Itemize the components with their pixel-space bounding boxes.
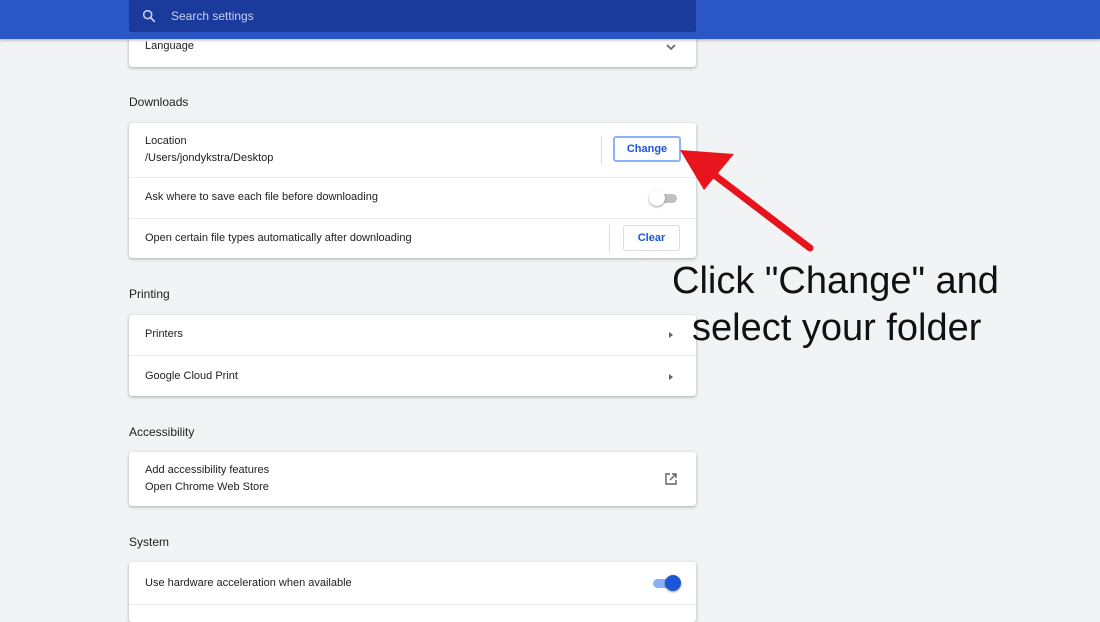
- accessibility-card: Add accessibility features Open Chrome W…: [129, 452, 696, 506]
- chevron-down-icon[interactable]: [665, 41, 677, 53]
- toggle-knob: [665, 575, 681, 591]
- accessibility-label: Add accessibility features: [145, 464, 270, 476]
- ask-row[interactable]: Ask where to save each file before downl…: [129, 177, 696, 218]
- hw-accel-label: Use hardware acceleration when available: [145, 577, 352, 589]
- auto-open-label: Open certain file types automatically af…: [145, 232, 412, 244]
- annotation-arrow: [680, 150, 814, 252]
- chevron-right-icon: [669, 374, 673, 380]
- accessibility-row[interactable]: Add accessibility features Open Chrome W…: [129, 452, 696, 506]
- divider: [601, 135, 602, 165]
- annotation-text: Click "Change" and select your folder: [672, 258, 1092, 352]
- system-title: System: [129, 535, 170, 549]
- downloads-card: Location /Users/jondykstra/Desktop Chang…: [129, 123, 696, 258]
- ask-label: Ask where to save each file before downl…: [145, 191, 378, 203]
- hw-accel-toggle[interactable]: [651, 575, 681, 591]
- toggle-knob: [649, 190, 665, 206]
- hw-accel-row[interactable]: Use hardware acceleration when available: [129, 562, 696, 604]
- printing-title: Printing: [129, 287, 170, 301]
- annotation-line-1: Click "Change" and: [672, 260, 999, 302]
- open-in-new-icon[interactable]: [664, 472, 678, 486]
- location-path: /Users/jondykstra/Desktop: [145, 152, 274, 164]
- downloads-title: Downloads: [129, 95, 189, 109]
- location-row: Location /Users/jondykstra/Desktop Chang…: [129, 123, 696, 177]
- printing-card: Printers Google Cloud Print: [129, 315, 696, 396]
- header-bar: Search settings: [0, 0, 1100, 39]
- auto-open-row: Open certain file types automatically af…: [129, 218, 696, 258]
- search-box[interactable]: Search settings: [129, 0, 696, 32]
- accessibility-title: Accessibility: [129, 425, 195, 439]
- cloud-print-label: Google Cloud Print: [145, 370, 238, 382]
- language-label: Language: [145, 40, 194, 52]
- printers-label: Printers: [145, 328, 183, 340]
- accessibility-sub: Open Chrome Web Store: [145, 481, 269, 493]
- search-input[interactable]: Search settings: [171, 9, 254, 23]
- printers-row[interactable]: Printers: [129, 315, 696, 355]
- cloud-print-row[interactable]: Google Cloud Print: [129, 355, 696, 396]
- location-label: Location: [145, 135, 187, 147]
- divider: [609, 225, 610, 253]
- search-icon: [142, 9, 156, 23]
- annotation-line-2: select your folder: [692, 307, 982, 349]
- system-card: Use hardware acceleration when available: [129, 562, 696, 622]
